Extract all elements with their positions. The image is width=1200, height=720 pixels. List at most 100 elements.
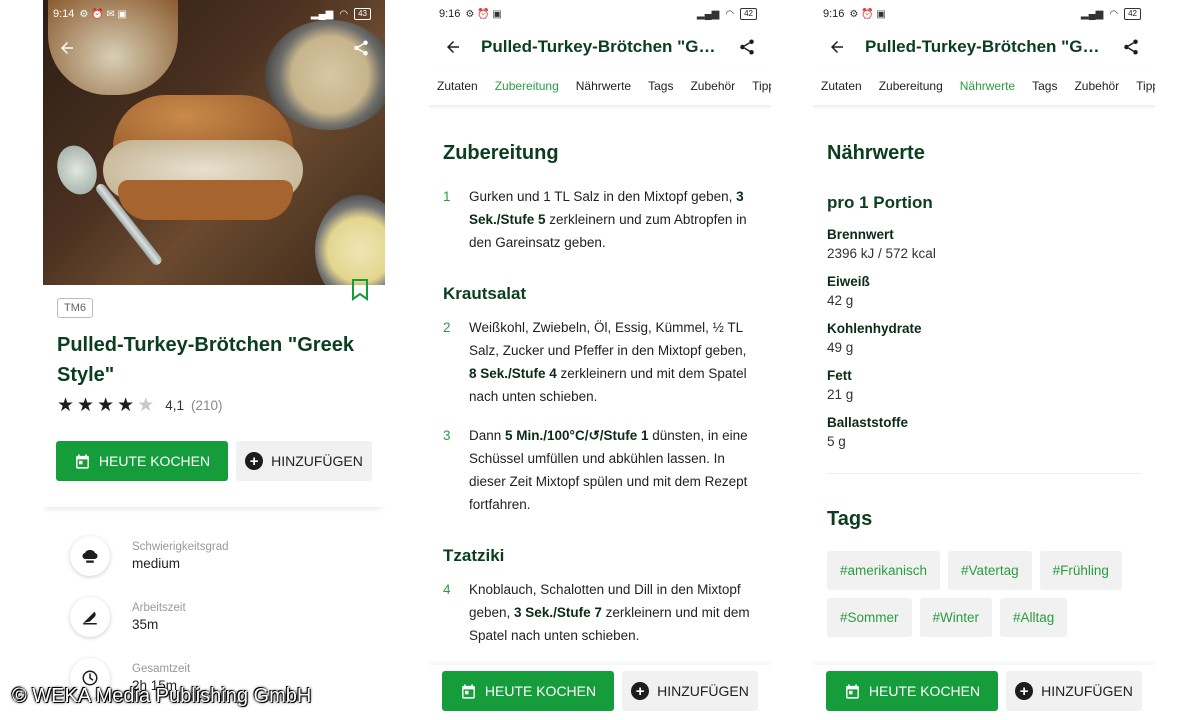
tab-zubehoer[interactable]: Zubehör: [1074, 79, 1119, 93]
tag-chip[interactable]: #Alltag: [1000, 598, 1068, 637]
calendar-icon: [76, 453, 89, 469]
tag-chip[interactable]: #Sommer: [827, 598, 912, 637]
back-arrow-icon[interactable]: [55, 36, 79, 60]
step-item: 4 Knoblauch, Schalotten und Dill in den M…: [443, 578, 757, 647]
info-label: Gesamtzeit: [132, 662, 191, 675]
bookmark-icon[interactable]: [351, 279, 369, 306]
info-difficulty: Schwierigkeitsgrad medium: [43, 525, 385, 586]
section-tabs: Zutaten Zubereitung Nährwerte Tags Zubeh…: [813, 66, 1155, 106]
star-icon: ★: [57, 395, 75, 416]
star-empty-icon: ★: [137, 395, 155, 416]
tab-zubereitung[interactable]: Zubereitung: [879, 79, 943, 93]
tab-tipp[interactable]: Tipp: [1136, 79, 1155, 93]
status-bar: 9:16 ⚙ ⏰ ▣ ▂▄▆ ◠ 42: [429, 0, 771, 28]
plus-circle-icon: +: [631, 682, 650, 700]
recipe-title: Pulled-Turkey-Brötchen "Greek Style": [57, 334, 354, 386]
tab-naehrwerte[interactable]: Nährwerte: [576, 79, 631, 93]
app-bar: Pulled-Turkey-Brötchen "Greek Style": [813, 28, 1155, 66]
info-label: Arbeitszeit: [132, 601, 186, 614]
info-worktime: Arbeitszeit 35m: [43, 586, 385, 647]
calendar-icon: [846, 683, 859, 699]
tab-naehrwerte[interactable]: Nährwerte: [960, 79, 1015, 93]
nutrient-value: 49 g: [827, 340, 854, 355]
step-number: 1: [443, 189, 451, 204]
battery-icon: 42: [740, 8, 757, 20]
step-text: Knoblauch, Schalotten und Dill in den Mi…: [469, 582, 750, 643]
share-icon[interactable]: [735, 35, 759, 59]
rating-value: 4,1: [165, 398, 185, 413]
machine-badge: TM6: [57, 298, 93, 318]
nutrient-item: Ballaststoffe 5 g: [827, 415, 1141, 449]
add-button[interactable]: + HINZUFÜGEN: [236, 441, 372, 481]
step-item: 3 Dann 5 Min./100°C/↺/Stufe 1 dünsten, in…: [443, 424, 757, 516]
app-bar-title: Pulled-Turkey-Brötchen "Greek Style": [865, 37, 1103, 56]
portion-subheading: pro 1 Portion: [827, 193, 933, 212]
status-time: 9:14: [53, 8, 75, 20]
hero-photo-part: [118, 180, 293, 220]
section-heading: Zubereitung: [443, 142, 559, 164]
nutrient-item: Kohlenhydrate 49 g: [827, 321, 1141, 355]
wifi-icon: ◠: [339, 8, 349, 20]
nutrition-content: Nährwerte pro 1 Portion Brennwert 2396 kJ…: [813, 106, 1155, 637]
add-button[interactable]: + HINZUFÜGEN: [1006, 671, 1142, 711]
signal-icon: ▂▄▆: [1080, 8, 1104, 20]
cook-today-button[interactable]: HEUTE KOCHEN: [442, 671, 614, 711]
tag-chip[interactable]: #Vatertag: [948, 551, 1032, 590]
nutrient-value: 42 g: [827, 293, 854, 308]
plus-circle-icon: +: [245, 452, 264, 470]
cook-today-button[interactable]: HEUTE KOCHEN: [56, 441, 228, 481]
star-icon: ★: [97, 395, 115, 416]
calendar-icon: [462, 683, 475, 699]
nutrient-item: Eiweiß 42 g: [827, 274, 1141, 308]
share-icon[interactable]: [1119, 35, 1143, 59]
add-button[interactable]: + HINZUFÜGEN: [622, 671, 758, 711]
nutrient-label: Kohlenhydrate: [827, 321, 922, 336]
preparation-content: Zubereitung 1 Gurken und 1 TL Salz in den…: [429, 106, 771, 647]
bottom-action-bar: HEUTE KOCHEN + HINZUFÜGEN: [429, 665, 771, 720]
add-label: HINZUFÜGEN: [657, 683, 749, 699]
section-heading: Nährwerte: [827, 142, 925, 164]
tab-zubehoer[interactable]: Zubehör: [690, 79, 735, 93]
battery-icon: 42: [1124, 8, 1141, 20]
tab-tags[interactable]: Tags: [648, 79, 673, 93]
signal-icon: ▂▄▆: [310, 8, 334, 20]
add-label: HINZUFÜGEN: [1041, 683, 1133, 699]
knife-icon: [70, 596, 110, 637]
step-item: 2 Weißkohl, Zwiebeln, Öl, Essig, Kümmel, …: [443, 316, 757, 408]
signal-icon: ▂▄▆: [696, 8, 720, 20]
step-number: 2: [443, 320, 451, 335]
step-number: 4: [443, 582, 451, 597]
tag-chip[interactable]: #Winter: [919, 598, 993, 637]
tab-zutaten[interactable]: Zutaten: [821, 79, 862, 93]
wifi-icon: ◠: [1109, 8, 1119, 20]
nutrient-value: 5 g: [827, 434, 846, 449]
star-icon: ★: [77, 395, 95, 416]
nutrition-screen: 9:16 ⚙ ⏰ ▣ ▂▄▆ ◠ 42 Pulled-Turkey-Brötch…: [813, 0, 1155, 720]
tag-chip[interactable]: #amerikanisch: [827, 551, 941, 590]
nutrient-value: 21 g: [827, 387, 854, 402]
tab-tags[interactable]: Tags: [1032, 79, 1057, 93]
rating-count: (210): [191, 398, 223, 413]
add-label: HINZUFÜGEN: [271, 453, 363, 469]
divider: [827, 473, 1141, 474]
cook-today-label: HEUTE KOCHEN: [484, 683, 597, 699]
section-tabs: Zutaten Zubereitung Nährwerte Tags Zubeh…: [429, 66, 771, 106]
app-bar: Pulled-Turkey-Brötchen "Greek Style": [429, 28, 771, 66]
tab-zubereitung[interactable]: Zubereitung: [495, 79, 559, 93]
back-arrow-icon[interactable]: [825, 35, 849, 59]
chef-hat-icon: [70, 535, 110, 576]
share-icon[interactable]: [349, 36, 373, 60]
tab-tipp[interactable]: Tipp: [752, 79, 771, 93]
back-arrow-icon[interactable]: [441, 35, 465, 59]
recipe-overview-screen: 9:14 ⚙ ⏰ ✉ ▣ ▂▄▆ ◠ 43 TM6 Pulled-Turkey-…: [43, 0, 385, 720]
step-text: Dann 5 Min./100°C/↺/Stufe 1 dünsten, in …: [469, 428, 748, 512]
cook-today-label: HEUTE KOCHEN: [98, 453, 211, 469]
info-value: 35m: [132, 616, 159, 632]
tag-list: #amerikanisch #Vatertag #Frühling #Sommer #W…: [827, 551, 1141, 637]
app-bar-title: Pulled-Turkey-Brötchen "Greek Style": [481, 37, 719, 56]
nutrient-item: Brennwert 2396 kJ / 572 kcal: [827, 227, 1141, 261]
tag-chip[interactable]: #Frühling: [1039, 551, 1122, 590]
tab-zutaten[interactable]: Zutaten: [437, 79, 478, 93]
cook-today-button[interactable]: HEUTE KOCHEN: [826, 671, 998, 711]
nutrient-item: Fett 21 g: [827, 368, 1141, 402]
